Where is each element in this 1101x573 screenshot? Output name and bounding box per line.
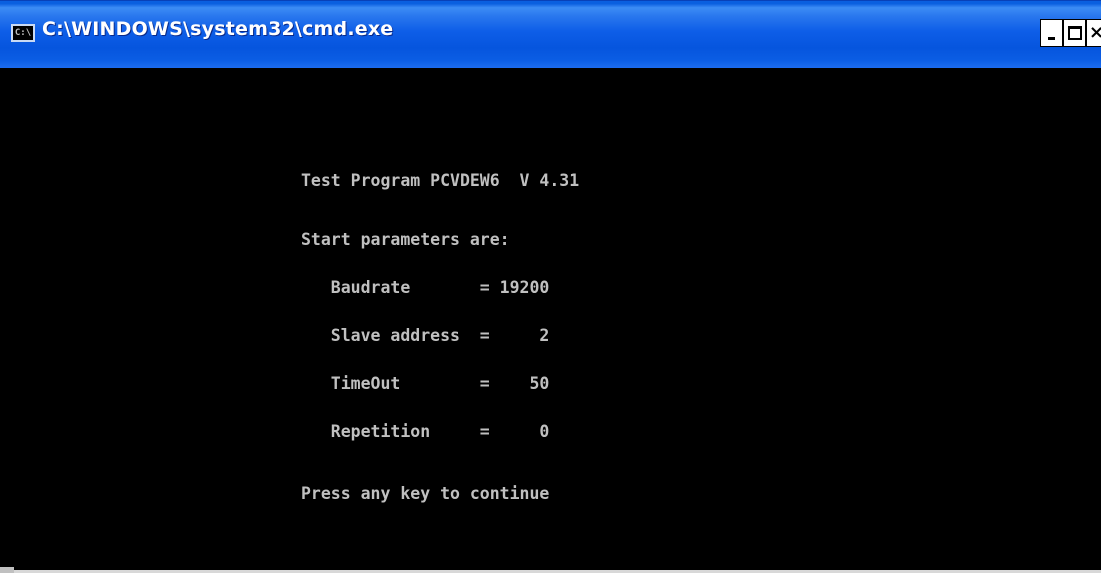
program-header-line: Test Program PCVDEW6 V 4.31: [301, 171, 580, 190]
maximize-button[interactable]: [1063, 19, 1086, 47]
maximize-icon: [1068, 26, 1082, 40]
minimize-icon: [1048, 37, 1055, 40]
cmd-icon[interactable]: C:\: [11, 24, 35, 42]
slave-address-line: Slave address = 2: [301, 326, 550, 345]
minimize-button[interactable]: [1040, 19, 1063, 47]
repetition-line: Repetition = 0: [301, 422, 550, 441]
press-any-key-prompt: Press any key to continue: [301, 484, 550, 503]
window-title: C:\WINDOWS\system32\cmd.exe: [42, 18, 394, 40]
close-icon: ×: [1089, 22, 1101, 43]
start-params-heading: Start parameters are:: [301, 230, 510, 249]
baudrate-line: Baudrate = 19200: [301, 278, 550, 297]
timeout-line: TimeOut = 50: [301, 374, 550, 393]
console-text-block: Test Program PCVDEW6 V 4.31 Start parame…: [301, 141, 579, 534]
close-button[interactable]: ×: [1086, 19, 1101, 47]
title-bar[interactable]: C:\ C:\WINDOWS\system32\cmd.exe ×: [0, 0, 1101, 68]
console-output[interactable]: Test Program PCVDEW6 V 4.31 Start parame…: [0, 68, 1101, 573]
text-cursor: [0, 567, 14, 573]
cmd-window: C:\ C:\WINDOWS\system32\cmd.exe × Test P…: [0, 0, 1101, 573]
